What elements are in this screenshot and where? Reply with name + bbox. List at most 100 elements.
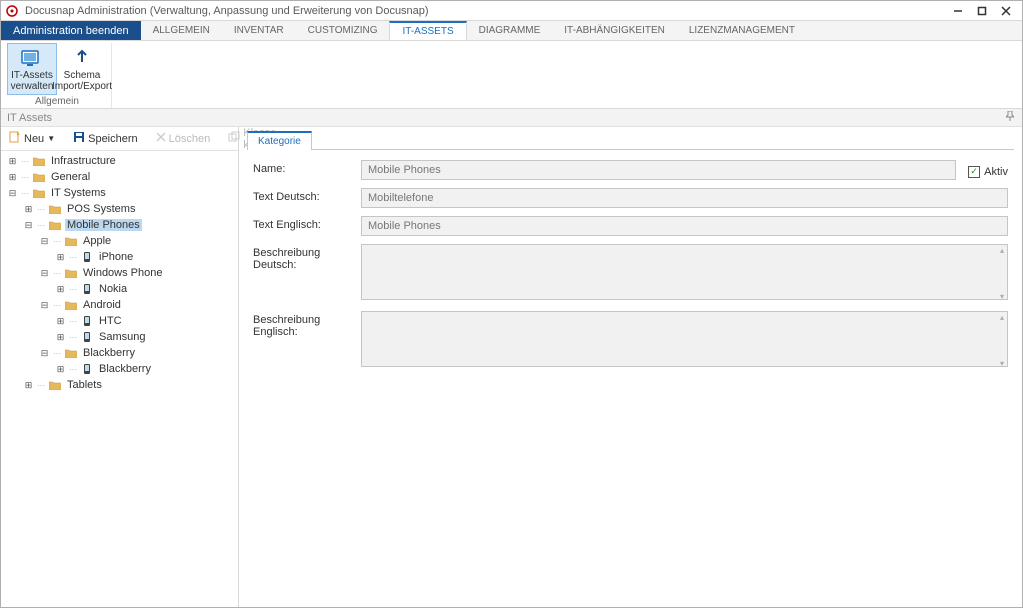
ribbon: IT-Assets verwalten Schema Import/Export… (1, 41, 1022, 109)
app-icon (5, 4, 19, 18)
save-icon (73, 131, 85, 146)
collapse-icon[interactable]: ⊟ (23, 220, 34, 231)
tree-item-label: Mobile Phones (65, 219, 142, 231)
tree-item[interactable]: ⊞⋯Samsung (3, 329, 236, 345)
neu-label: Neu (24, 133, 44, 145)
text-en-label: Text Englisch: (253, 216, 353, 231)
tab-kategorie[interactable]: Kategorie (247, 131, 312, 150)
speichern-button[interactable]: Speichern (69, 129, 142, 148)
tree-item-label: General (49, 171, 92, 183)
ribbon-tab-it-abhängigkeiten[interactable]: IT-ABHÄNGIGKEITEN (552, 21, 677, 40)
expand-icon[interactable]: ⊞ (7, 156, 18, 167)
text-en-input[interactable] (361, 216, 1008, 236)
expand-icon[interactable]: ⊞ (55, 252, 66, 263)
class-icon (80, 315, 94, 327)
aktiv-checkbox[interactable]: ✓ Aktiv (968, 163, 1008, 178)
tree-item[interactable]: ⊞⋯Infrastructure (3, 153, 236, 169)
aktiv-label: Aktiv (984, 166, 1008, 178)
ribbon-tab-diagramme[interactable]: DIAGRAMME (467, 21, 553, 40)
ribbon-tab-customizing[interactable]: CUSTOMIZING (296, 21, 390, 40)
collapse-icon[interactable]: ⊟ (39, 300, 50, 311)
tree-item[interactable]: ⊟⋯Android (3, 297, 236, 313)
expand-icon[interactable]: ⊞ (23, 204, 34, 215)
checkbox-icon: ✓ (968, 166, 980, 178)
expand-icon[interactable]: ⊞ (55, 332, 66, 343)
tree-item-label: Android (81, 299, 123, 311)
minimize-button[interactable] (946, 1, 970, 20)
tree-item-label: Windows Phone (81, 267, 165, 279)
folder-icon (32, 156, 46, 166)
tree-item-label: IT Systems (49, 187, 108, 199)
tree-item[interactable]: ⊟⋯IT Systems (3, 185, 236, 201)
folder-icon (64, 300, 78, 310)
tree-item[interactable]: ⊟⋯Windows Phone (3, 265, 236, 281)
left-panel: Neu ▼ Speichern Löschen Klasse klonen ⊞⋯… (1, 127, 239, 607)
text-de-input[interactable] (361, 188, 1008, 208)
manage-icon (20, 46, 44, 70)
tree-item[interactable]: ⊟⋯Mobile Phones (3, 217, 236, 233)
folder-icon (32, 188, 46, 198)
expand-icon[interactable]: ⊞ (55, 316, 66, 327)
property-form: Name: ✓ Aktiv Text Deutsch: Text Englisc… (247, 150, 1014, 380)
name-input[interactable] (361, 160, 956, 180)
delete-icon (156, 132, 166, 145)
tree-item-label: Tablets (65, 379, 104, 391)
folder-icon (64, 348, 78, 358)
import-export-icon (70, 46, 94, 70)
tree-view[interactable]: ⊞⋯Infrastructure⊞⋯General⊟⋯IT Systems⊞⋯P… (1, 151, 238, 607)
ribbon-tab-allgemein[interactable]: ALLGEMEIN (141, 21, 222, 40)
tree-item[interactable]: ⊟⋯Apple (3, 233, 236, 249)
close-button[interactable] (994, 1, 1018, 20)
tree-item[interactable]: ⊞⋯General (3, 169, 236, 185)
tree-item[interactable]: ⊞⋯Nokia (3, 281, 236, 297)
name-label: Name: (253, 160, 353, 175)
class-icon (80, 363, 94, 375)
speichern-label: Speichern (88, 133, 138, 145)
folder-icon (48, 220, 62, 230)
collapse-icon[interactable]: ⊟ (39, 268, 50, 279)
collapse-icon[interactable]: ⊟ (7, 188, 18, 199)
desc-de-label: Beschreibung Deutsch: (253, 244, 353, 271)
tree-item[interactable]: ⊞⋯Blackberry (3, 361, 236, 377)
titlebar: Docusnap Administration (Verwaltung, Anp… (1, 1, 1022, 21)
ribbon-tab-lizenzmanagement[interactable]: LIZENZMANAGEMENT (677, 21, 807, 40)
section-title: IT Assets (7, 112, 52, 124)
tree-item-label: POS Systems (65, 203, 137, 215)
schema-import-export-button[interactable]: Schema Import/Export (57, 43, 107, 95)
expand-icon[interactable]: ⊞ (23, 380, 34, 391)
tree-item-label: HTC (97, 315, 124, 327)
tree-item[interactable]: ⊞⋯iPhone (3, 249, 236, 265)
expand-icon[interactable]: ⊞ (7, 172, 18, 183)
folder-icon (32, 172, 46, 182)
collapse-icon[interactable]: ⊟ (39, 348, 50, 359)
folder-icon (64, 236, 78, 246)
ribbon-btn-label: Schema Import/Export (52, 70, 112, 92)
maximize-button[interactable] (970, 1, 994, 20)
expand-icon[interactable]: ⊞ (55, 284, 66, 295)
right-panel: Kategorie Name: ✓ Aktiv Text Deutsch: Te… (239, 127, 1022, 607)
tree-item-label: Infrastructure (49, 155, 118, 167)
pin-icon[interactable] (1006, 111, 1014, 124)
folder-icon (48, 380, 62, 390)
admin-beenden-button[interactable]: Administration beenden (1, 21, 141, 40)
class-icon (80, 251, 94, 263)
desc-en-textarea[interactable] (361, 311, 1008, 367)
tree-item[interactable]: ⊞⋯HTC (3, 313, 236, 329)
tree-item[interactable]: ⊞⋯POS Systems (3, 201, 236, 217)
section-header: IT Assets (1, 109, 1022, 127)
loeschen-button: Löschen (152, 130, 215, 147)
it-assets-verwalten-button[interactable]: IT-Assets verwalten (7, 43, 57, 95)
new-icon (9, 131, 21, 146)
ribbon-group-title: Allgemein (35, 95, 79, 109)
ribbon-tab-it-assets[interactable]: IT-ASSETS (389, 21, 466, 40)
ribbon-tab-inventar[interactable]: INVENTAR (222, 21, 296, 40)
ribbon-tabs: Administration beenden ALLGEMEININVENTAR… (1, 21, 1022, 41)
folder-icon (48, 204, 62, 214)
tree-item[interactable]: ⊞⋯Tablets (3, 377, 236, 393)
text-de-label: Text Deutsch: (253, 188, 353, 203)
collapse-icon[interactable]: ⊟ (39, 236, 50, 247)
desc-de-textarea[interactable] (361, 244, 1008, 300)
tree-item[interactable]: ⊟⋯Blackberry (3, 345, 236, 361)
expand-icon[interactable]: ⊞ (55, 364, 66, 375)
neu-button[interactable]: Neu ▼ (5, 129, 59, 148)
